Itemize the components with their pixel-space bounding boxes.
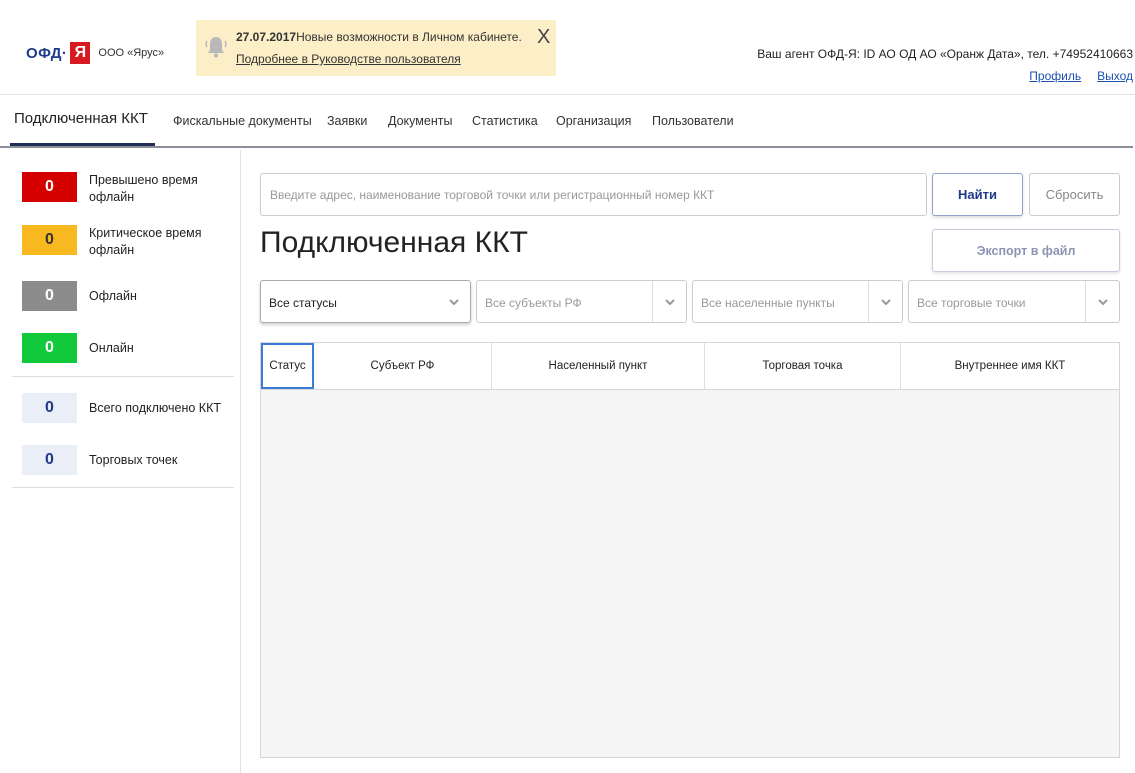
active-tab-indicator [10, 143, 155, 146]
tab-connected-kkt[interactable]: Подключенная ККТ [14, 110, 148, 127]
stat-online[interactable]: 0 Онлайн [22, 333, 232, 373]
stat-label: Торговых точек [89, 453, 178, 467]
stat-label: Онлайн [89, 341, 134, 355]
trade-point-filter-select[interactable]: Все торговые точки [908, 280, 1120, 323]
status-badge: 0 [22, 281, 77, 311]
count-badge: 0 [22, 445, 77, 475]
column-header-locality[interactable]: Населенный пункт [492, 343, 705, 389]
select-value: Все населенные пункты [701, 296, 835, 310]
status-badge: 0 [22, 225, 77, 255]
main-nav: Подключенная ККТ Фискальные документы За… [0, 96, 1133, 148]
tab-fiscal-documents[interactable]: Фискальные документы [173, 114, 312, 128]
divider [12, 487, 234, 488]
tab-organization[interactable]: Организация [556, 114, 631, 128]
count-badge: 0 [22, 393, 77, 423]
stat-total-kkt: 0 Всего подключено ККТ [22, 393, 232, 433]
column-header-status[interactable]: Статус [261, 343, 314, 389]
logo-ya-mark: Я [70, 42, 91, 64]
column-header-kkt-name[interactable]: Внутреннее имя ККТ [901, 343, 1119, 389]
sidebar: 0 Превышено время офлайн 0 Критическое в… [0, 150, 241, 773]
tab-documents[interactable]: Документы [388, 114, 452, 128]
kkt-table: Статус Субъект РФ Населенный пункт Торго… [260, 342, 1120, 758]
select-divider [652, 281, 653, 322]
find-button[interactable]: Найти [932, 173, 1023, 216]
notice-message: Новые возможности в Личном кабинете. [296, 30, 522, 44]
select-divider [868, 281, 869, 322]
stat-offline[interactable]: 0 Офлайн [22, 281, 232, 321]
stat-offline-critical[interactable]: 0 Критическое время офлайн [22, 225, 232, 265]
status-badge: 0 [22, 172, 77, 202]
status-filter-select[interactable]: Все статусы [260, 280, 471, 323]
reset-button[interactable]: Сбросить [1029, 173, 1120, 216]
logout-link[interactable]: Выход [1097, 69, 1133, 83]
org-name: ООО «Ярус» [98, 47, 165, 59]
select-value: Все статусы [269, 296, 337, 310]
notice-guide-link[interactable]: Подробнее в Руководстве пользователя [236, 52, 461, 66]
region-filter-select[interactable]: Все субъекты РФ [476, 280, 687, 323]
bell-icon [205, 37, 227, 58]
notice-date: 27.07.2017 [236, 30, 297, 44]
stat-trade-points: 0 Торговых точек [22, 445, 232, 485]
close-icon[interactable]: X [537, 27, 550, 47]
logo[interactable]: ОФД· Я ООО «Ярус» [26, 42, 164, 64]
stat-label: Превышено время офлайн [89, 173, 198, 204]
agent-info: Ваш агент ОФД-Я: ID АО ОД АО «Оранж Дата… [757, 47, 1133, 61]
header: ОФД· Я ООО «Ярус» 27.07.2017Новые возмож… [0, 0, 1135, 95]
logo-ofd-text: ОФД· [26, 44, 68, 62]
select-value: Все субъекты РФ [485, 296, 582, 310]
notice-text: 27.07.2017Новые возможности в Личном каб… [236, 30, 522, 44]
notification-banner: 27.07.2017Новые возможности в Личном каб… [196, 20, 556, 76]
chevron-down-icon [665, 299, 675, 306]
locality-filter-select[interactable]: Все населенные пункты [692, 280, 903, 323]
profile-link[interactable]: Профиль [1029, 69, 1081, 83]
page-title: Подключенная ККТ [260, 226, 528, 259]
column-header-region[interactable]: Субъект РФ [314, 343, 492, 389]
chevron-down-icon [881, 299, 891, 306]
stat-label: Всего подключено ККТ [89, 401, 221, 415]
tab-users[interactable]: Пользователи [652, 114, 734, 128]
tab-statistics[interactable]: Статистика [472, 114, 538, 128]
column-header-trade-point[interactable]: Торговая точка [705, 343, 901, 389]
select-value: Все торговые точки [917, 296, 1026, 310]
export-button[interactable]: Экспорт в файл [932, 229, 1120, 272]
select-divider [1085, 281, 1086, 322]
search-input[interactable] [260, 173, 927, 216]
chevron-down-icon [449, 299, 459, 306]
user-links: Профиль Выход [1013, 69, 1133, 83]
status-badge: 0 [22, 333, 77, 363]
stat-label: Критическое время офлайн [89, 226, 202, 257]
stat-label: Офлайн [89, 289, 137, 303]
stat-offline-exceeded[interactable]: 0 Превышено время офлайн [22, 172, 232, 212]
tab-requests[interactable]: Заявки [327, 114, 367, 128]
chevron-down-icon [1098, 299, 1108, 306]
table-header: Статус Субъект РФ Населенный пункт Торго… [261, 343, 1119, 390]
divider [12, 376, 234, 377]
